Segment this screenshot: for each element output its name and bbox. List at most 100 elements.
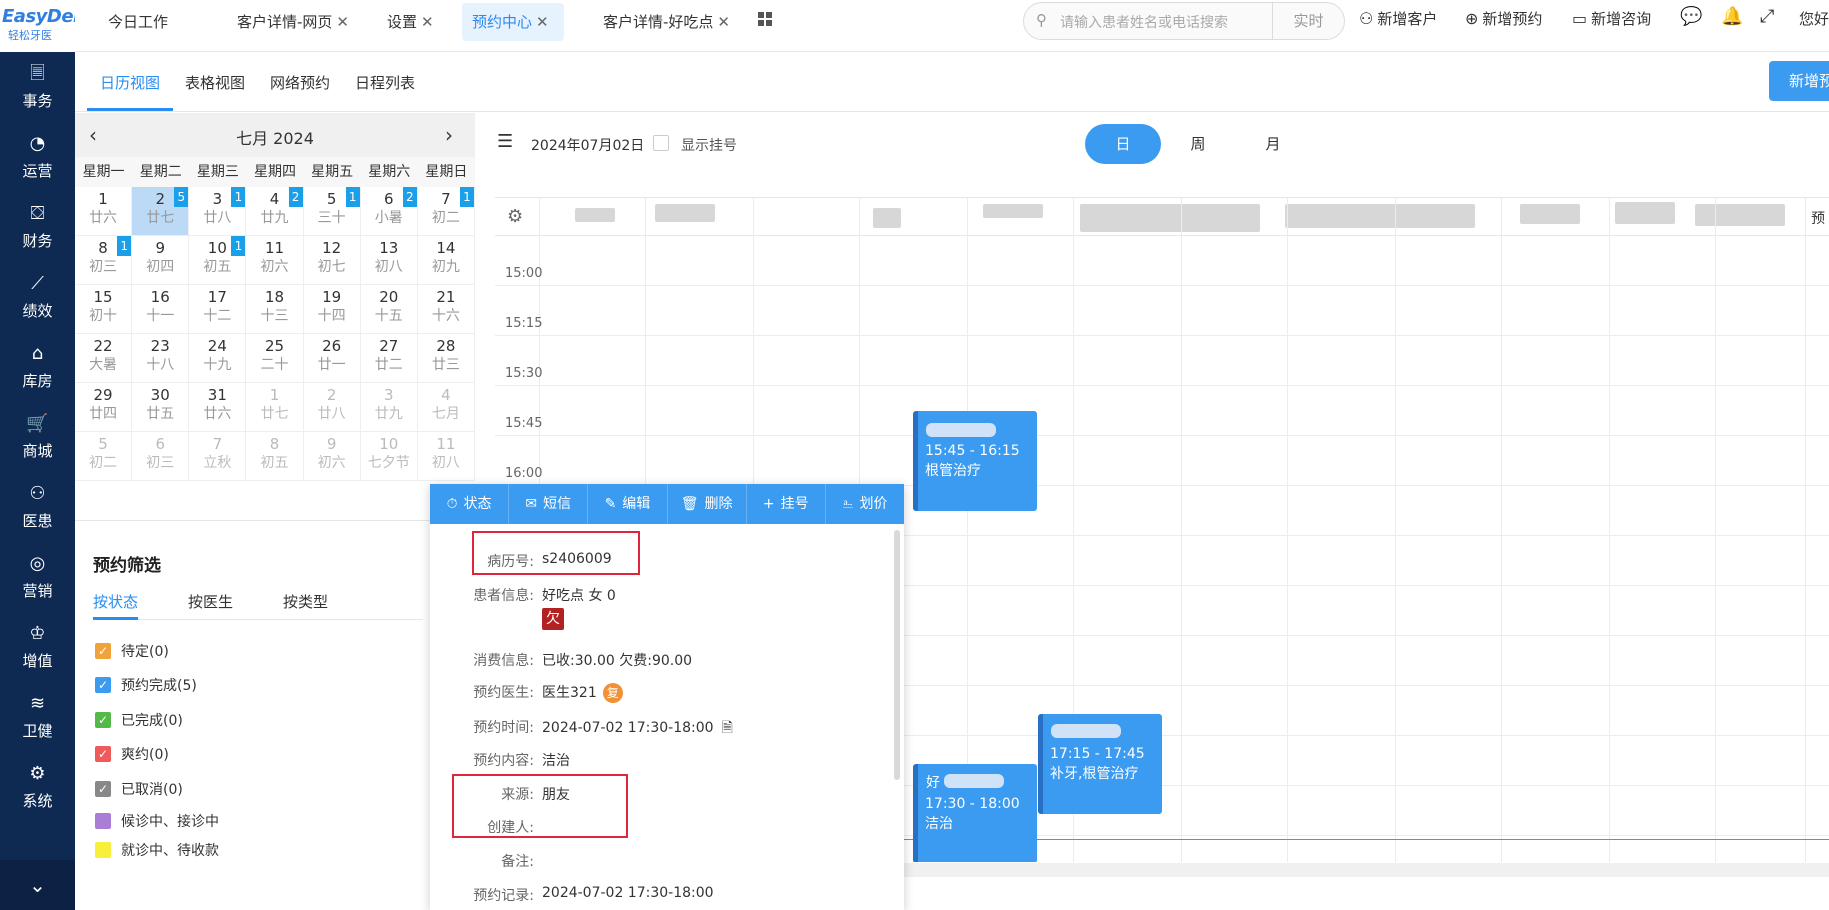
popup-action-button[interactable]: 🗑 删除 bbox=[668, 484, 747, 524]
filter-tab-status[interactable]: 按状态 bbox=[93, 591, 138, 612]
nav-item[interactable]: ≋ 卫健 bbox=[0, 682, 75, 752]
calendar-day[interactable]: 7 初二 1 bbox=[417, 187, 475, 236]
nav-item[interactable]: ◎ 营销 bbox=[0, 542, 75, 612]
popup-scrollbar[interactable] bbox=[894, 530, 900, 780]
calendar-day[interactable]: 2 廿七 5 bbox=[132, 187, 190, 236]
filter-tab-doctor[interactable]: 按医生 bbox=[188, 591, 233, 612]
calendar-day[interactable]: 10 七夕节 bbox=[360, 432, 418, 481]
calendar-day[interactable]: 12 初七 bbox=[303, 236, 361, 285]
calendar-day[interactable]: 24 十九 bbox=[189, 334, 247, 383]
fullscreen-icon[interactable]: ⤢ bbox=[1760, 6, 1774, 27]
close-icon[interactable]: ✕ bbox=[717, 13, 730, 31]
nav-item[interactable]: ⟋ 绩效 bbox=[0, 262, 75, 332]
tab-appointment-center[interactable]: 预约中心 ✕ bbox=[462, 3, 564, 41]
chat-icon[interactable]: 💬 bbox=[1680, 6, 1702, 27]
filter-checkbox-item[interactable]: ✓ 预约完成(5) bbox=[95, 675, 197, 695]
calendar-day[interactable]: 8 初三 1 bbox=[75, 236, 133, 285]
calendar-day[interactable]: 1 廿六 bbox=[75, 187, 133, 236]
bell-icon[interactable]: 🔔 bbox=[1721, 6, 1743, 27]
calendar-day[interactable]: 30 廿五 bbox=[132, 383, 190, 432]
calendar-day[interactable]: 7 立秋 bbox=[189, 432, 247, 481]
calendar-day[interactable]: 8 初五 bbox=[246, 432, 304, 481]
appointment-card[interactable]: 17:15 - 17:45 补牙,根管治疗 bbox=[1038, 714, 1162, 814]
checkbox[interactable]: ✓ bbox=[95, 677, 111, 693]
nav-item[interactable]: ⌂ 库房 bbox=[0, 332, 75, 402]
close-icon[interactable]: ✕ bbox=[336, 13, 349, 31]
calendar-day[interactable]: 9 初六 bbox=[303, 432, 361, 481]
popup-action-button[interactable]: ⎁ 划价 bbox=[826, 484, 904, 524]
tab-customer-web[interactable]: 客户详情-网页 ✕ bbox=[227, 3, 359, 41]
tab-customer-haochidian[interactable]: 客户详情-好吃点 ✕ bbox=[593, 3, 740, 41]
tab-table-view[interactable]: 表格视图 bbox=[185, 72, 245, 93]
tab-online-booking[interactable]: 网络预约 bbox=[270, 72, 330, 93]
search-mode-button[interactable]: 实时 bbox=[1272, 3, 1344, 39]
calendar-day[interactable]: 29 廿四 bbox=[75, 383, 133, 432]
calendar-day[interactable]: 31 廿六 bbox=[189, 383, 247, 432]
close-icon[interactable]: ✕ bbox=[421, 13, 434, 31]
filter-checkbox-item[interactable]: 就诊中、待收款 bbox=[95, 840, 219, 860]
tab-settings[interactable]: 设置 ✕ bbox=[377, 3, 444, 41]
calendar-day[interactable]: 6 小暑 2 bbox=[360, 187, 418, 236]
calendar-day[interactable]: 14 初九 bbox=[417, 236, 475, 285]
nav-item[interactable]: 🗏 事务 bbox=[0, 52, 75, 122]
calendar-day[interactable]: 26 廿一 bbox=[303, 334, 361, 383]
tab-today-work[interactable]: 今日工作 bbox=[98, 3, 178, 41]
calendar-day[interactable]: 27 廿二 bbox=[360, 334, 418, 383]
filter-checkbox-item[interactable]: ✓ 爽约(0) bbox=[95, 744, 169, 764]
search-box[interactable]: ⚲ 请输入患者姓名或电话搜索 实时 bbox=[1023, 2, 1345, 40]
user-greeting[interactable]: 您好 bbox=[1799, 8, 1829, 29]
nav-item[interactable]: ⛋ 财务 bbox=[0, 192, 75, 262]
nav-item[interactable]: ⚙ 系统 bbox=[0, 752, 75, 822]
checkbox[interactable] bbox=[95, 813, 111, 829]
nav-item[interactable]: ◔ 运营 bbox=[0, 122, 75, 192]
apps-grid-icon[interactable] bbox=[758, 12, 772, 26]
calendar-day[interactable]: 16 十一 bbox=[132, 285, 190, 334]
view-month-button[interactable]: 月 bbox=[1235, 124, 1311, 164]
calendar-day[interactable]: 28 廿三 bbox=[417, 334, 475, 383]
calendar-day[interactable]: 13 初八 bbox=[360, 236, 418, 285]
nav-expand-chevron-icon[interactable]: ⌄ bbox=[0, 860, 75, 910]
add-appointment-top-button[interactable]: ⊕ 新增预约 bbox=[1465, 8, 1542, 29]
filter-checkbox-item[interactable]: ✓ 已完成(0) bbox=[95, 710, 183, 730]
calendar-day[interactable]: 20 十五 bbox=[360, 285, 418, 334]
calendar-day[interactable]: 6 初三 bbox=[132, 432, 190, 481]
show-reg-checkbox[interactable] bbox=[653, 135, 669, 151]
calendar-day[interactable]: 4 七月 bbox=[417, 383, 475, 432]
calendar-day[interactable]: 2 廿八 bbox=[303, 383, 361, 432]
view-day-button[interactable]: 日 bbox=[1085, 124, 1161, 164]
checkbox[interactable]: ✓ bbox=[95, 643, 111, 659]
add-consult-button[interactable]: ▭ 新增咨询 bbox=[1572, 8, 1651, 29]
appointment-card[interactable]: 好 17:30 - 18:00 洁治 bbox=[913, 764, 1037, 862]
calendar-day[interactable]: 11 初六 bbox=[246, 236, 304, 285]
calendar-day[interactable]: 22 大暑 bbox=[75, 334, 133, 383]
calendar-day[interactable]: 5 三十 1 bbox=[303, 187, 361, 236]
calendar-day[interactable]: 23 十八 bbox=[132, 334, 190, 383]
nav-item[interactable]: ⚇ 医患 bbox=[0, 472, 75, 542]
checkbox[interactable]: ✓ bbox=[95, 712, 111, 728]
filter-checkbox-item[interactable]: ✓ 待定(0) bbox=[95, 641, 169, 661]
calendar-day[interactable]: 5 初二 bbox=[75, 432, 133, 481]
new-appointment-button[interactable]: 新增预约 bbox=[1769, 61, 1829, 101]
search-placeholder[interactable]: 请输入患者姓名或电话搜索 bbox=[1060, 12, 1228, 32]
view-week-button[interactable]: 周 bbox=[1160, 124, 1236, 164]
calendar-day[interactable]: 21 十六 bbox=[417, 285, 475, 334]
filter-checkbox-item[interactable]: 候诊中、接诊中 bbox=[95, 811, 219, 831]
popup-action-button[interactable]: ⏱ 状态 bbox=[430, 484, 510, 524]
checkbox[interactable] bbox=[95, 842, 111, 858]
calendar-day[interactable]: 4 廿九 2 bbox=[246, 187, 304, 236]
nav-item[interactable]: 🛒 商城 bbox=[0, 402, 75, 472]
gear-icon[interactable]: ⚙ bbox=[507, 206, 523, 227]
add-customer-button[interactable]: ⚇ 新增客户 bbox=[1359, 8, 1437, 29]
next-month-chevron-icon[interactable]: › bbox=[445, 123, 453, 147]
calendar-day[interactable]: 25 二十 bbox=[246, 334, 304, 383]
filter-checkbox-item[interactable]: ✓ 已取消(0) bbox=[95, 779, 183, 799]
checkbox[interactable]: ✓ bbox=[95, 781, 111, 797]
calendar-day[interactable]: 3 廿九 bbox=[360, 383, 418, 432]
popup-action-button[interactable]: + 挂号 bbox=[747, 484, 826, 524]
calendar-day[interactable]: 10 初五 1 bbox=[189, 236, 247, 285]
calendar-day[interactable]: 1 廿七 bbox=[246, 383, 304, 432]
calendar-day[interactable]: 19 十四 bbox=[303, 285, 361, 334]
calendar-day[interactable]: 18 十三 bbox=[246, 285, 304, 334]
calendar-day[interactable]: 17 十二 bbox=[189, 285, 247, 334]
checkbox[interactable]: ✓ bbox=[95, 746, 111, 762]
